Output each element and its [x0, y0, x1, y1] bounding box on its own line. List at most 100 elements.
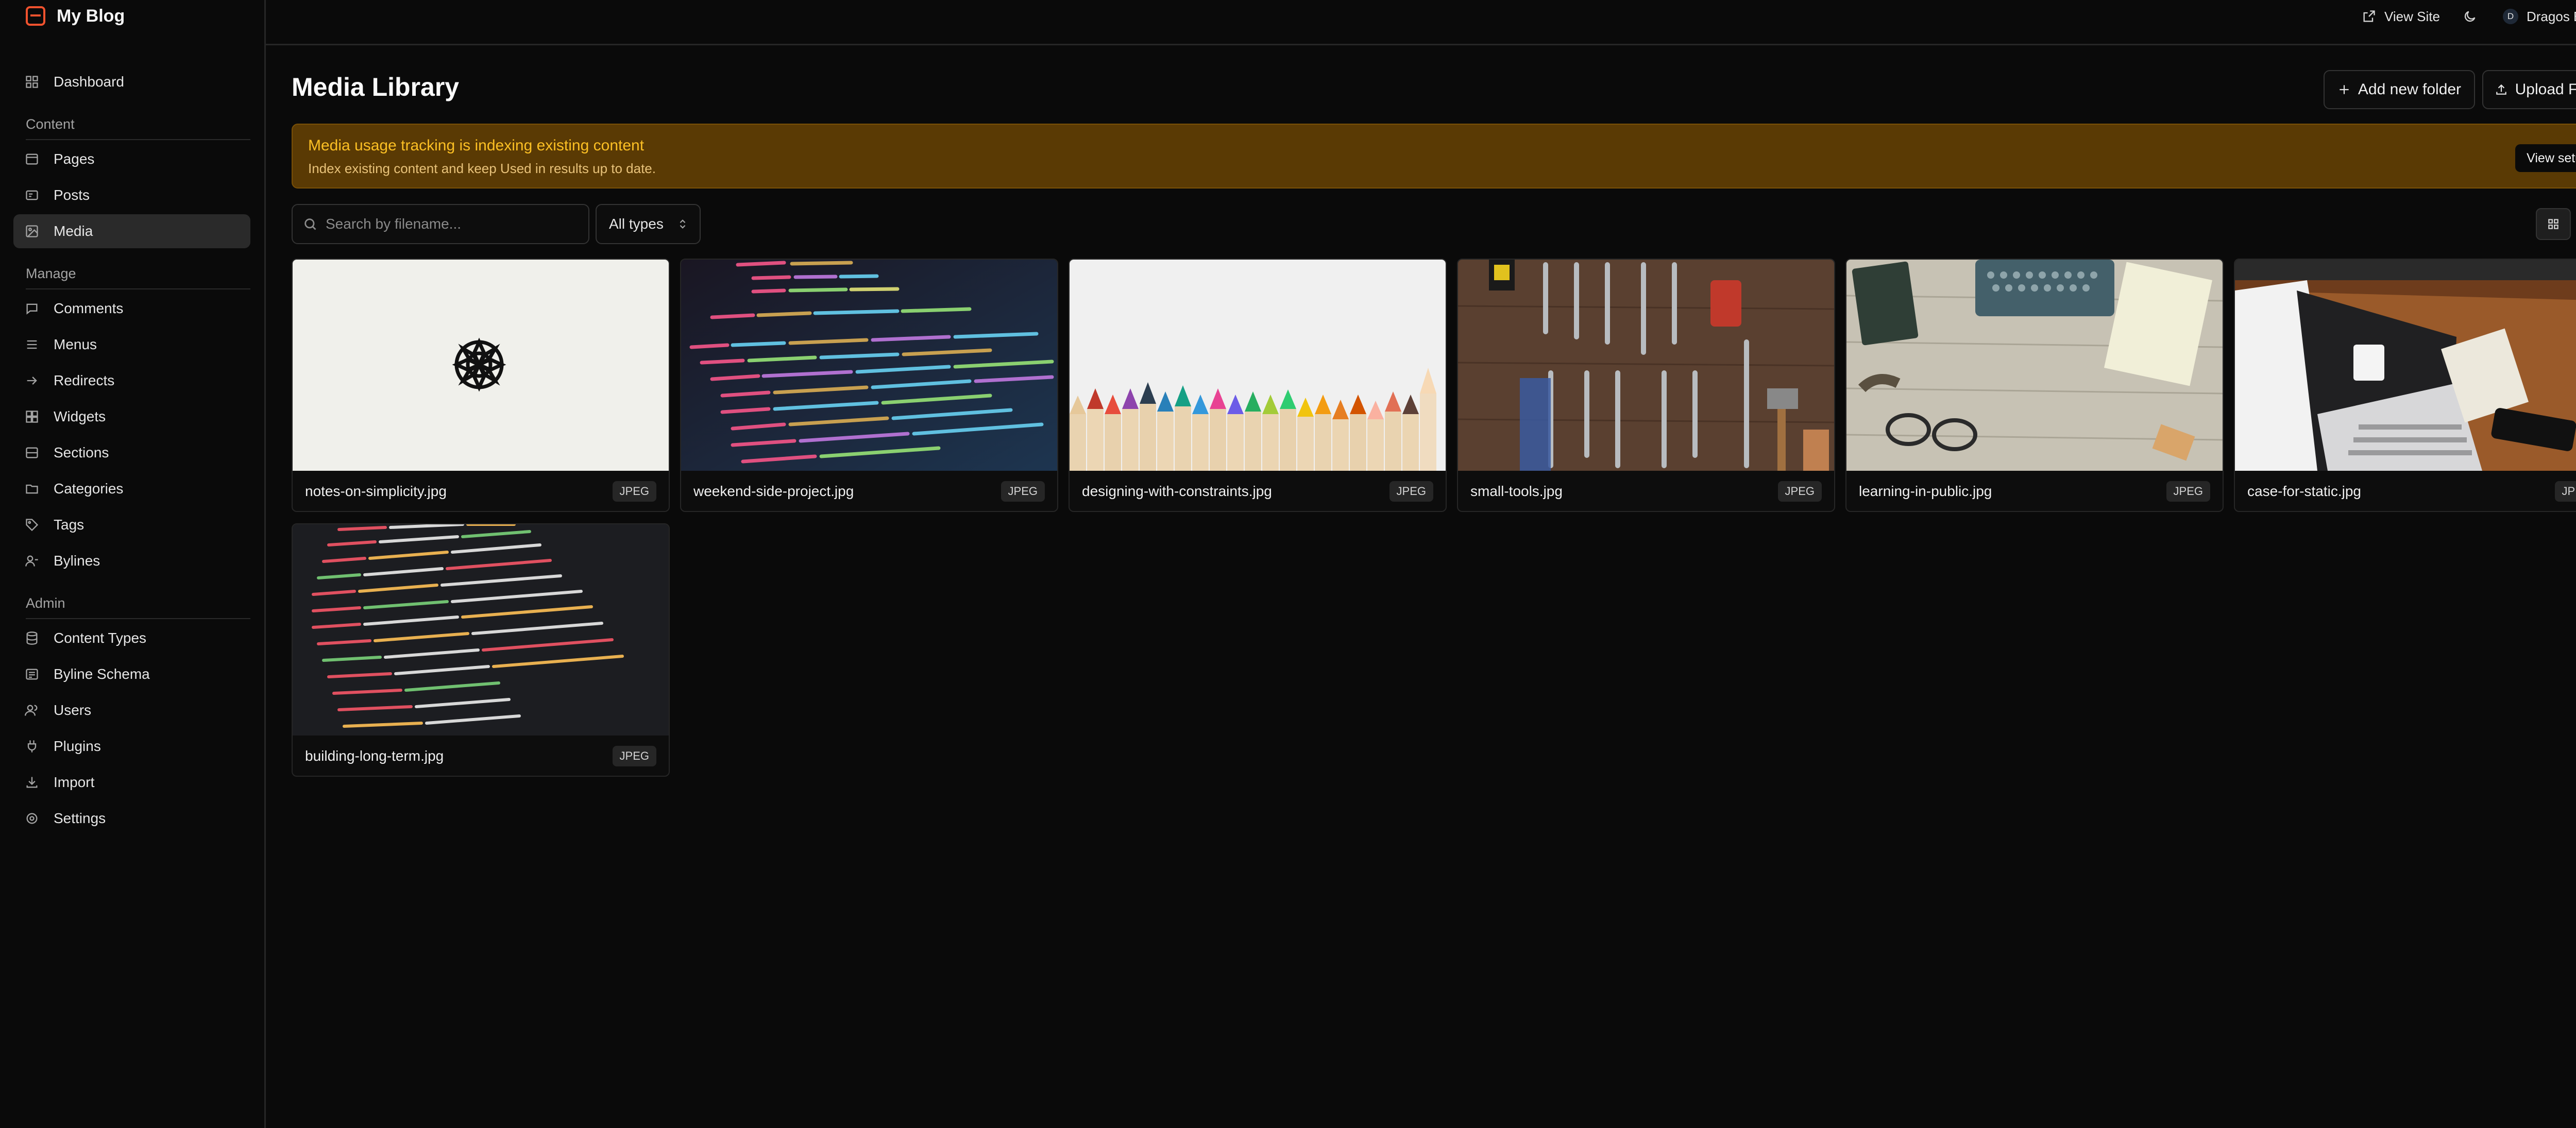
section-title-admin: Admin: [26, 595, 65, 611]
media-card[interactable]: building-long-term.jpg JPEG: [292, 523, 670, 777]
sidebar-item-label: Posts: [54, 187, 90, 203]
sidebar-item-widgets[interactable]: Widgets: [13, 400, 250, 434]
sidebar-item-label: Widgets: [54, 408, 106, 424]
sidebar-item-label: Dashboard: [54, 74, 124, 90]
plug-icon: [25, 739, 39, 754]
file-type-badge: JPEG: [1777, 481, 1822, 502]
file-type-badge: JPEG: [1001, 481, 1045, 502]
menus-icon: [25, 337, 39, 352]
sidebar-item-label: Pages: [54, 151, 95, 167]
tags-icon: [25, 518, 39, 532]
add-folder-button[interactable]: Add new folder: [2324, 70, 2475, 109]
media-thumbnail: [1846, 260, 2223, 471]
media-filename: notes-on-simplicity.jpg: [305, 483, 447, 499]
sidebar-item-tags[interactable]: Tags: [13, 508, 250, 542]
database-icon: [25, 631, 39, 645]
sidebar-item-plugins[interactable]: Plugins: [13, 729, 250, 763]
media-card[interactable]: learning-in-public.jpg JPEG: [1845, 259, 2224, 512]
sidebar-item-label: Comments: [54, 300, 124, 316]
type-filter-select[interactable]: All types: [596, 204, 701, 244]
sidebar-item-media[interactable]: Media: [13, 214, 250, 248]
sidebar: My Blog Dashboard Content Pages Posts Me…: [0, 0, 266, 1128]
bylines-icon: [25, 554, 39, 568]
media-thumbnail: [681, 260, 1057, 471]
sidebar-item-sections[interactable]: Sections: [13, 436, 250, 470]
sidebar-item-label: Import: [54, 774, 95, 790]
media-card[interactable]: designing-with-constraints.jpg JPEG: [1069, 259, 1447, 512]
theme-toggle-button[interactable]: [2463, 5, 2477, 28]
grid-view-button[interactable]: [2536, 208, 2571, 240]
comments-icon: [25, 301, 39, 316]
sidebar-item-redirects[interactable]: Redirects: [13, 364, 250, 398]
brand-logo-icon: [26, 6, 45, 26]
search-input[interactable]: [326, 216, 568, 232]
media-thumbnail: [1458, 260, 1834, 471]
view-setup-button[interactable]: View setup: [2515, 144, 2576, 172]
search-icon: [304, 218, 316, 230]
sidebar-item-label: Sections: [54, 445, 109, 460]
media-card[interactable]: weekend-side-project.jpg JPEG: [680, 259, 1058, 512]
dashboard-icon: [25, 75, 39, 89]
file-type-badge: JPEG: [612, 746, 656, 766]
user-name: Dragos Balota: [2527, 8, 2576, 24]
sidebar-item-bylines[interactable]: Bylines: [13, 544, 250, 578]
avatar: D: [2503, 9, 2518, 24]
sidebar-item-import[interactable]: Import: [13, 765, 250, 799]
sidebar-item-categories[interactable]: Categories: [13, 472, 250, 506]
sidebar-item-settings[interactable]: Settings: [13, 801, 250, 835]
section-divider: [26, 288, 250, 289]
sidebar-item-label: Settings: [54, 810, 106, 826]
media-thumbnail: [293, 260, 669, 471]
sidebar-item-pages[interactable]: Pages: [13, 142, 250, 176]
media-icon: [25, 224, 39, 238]
section-divider: [26, 139, 250, 140]
sidebar-item-label: Categories: [54, 481, 124, 497]
list-view-button[interactable]: [2571, 208, 2576, 240]
sidebar-item-comments[interactable]: Comments: [13, 292, 250, 326]
users-icon: [25, 703, 39, 717]
chevron-up-down-icon: [680, 219, 686, 229]
media-card[interactable]: case-for-static.jpg JPEG: [2234, 259, 2576, 512]
grid-icon: [2548, 219, 2558, 229]
redirects-icon: [25, 373, 39, 388]
external-link-icon: [2363, 10, 2375, 22]
upload-icon: [2496, 84, 2506, 95]
pages-icon: [25, 152, 39, 166]
media-filename: small-tools.jpg: [1470, 483, 1563, 499]
plus-icon: [2340, 85, 2349, 94]
file-type-badge: JPEG: [2554, 481, 2576, 502]
user-menu[interactable]: D Dragos Balota: [2503, 5, 2576, 28]
sidebar-item-content-types[interactable]: Content Types: [13, 621, 250, 655]
sidebar-item-menus[interactable]: Menus: [13, 328, 250, 362]
sidebar-item-label: Tags: [54, 517, 84, 533]
section-title-content: Content: [26, 116, 75, 132]
view-site-label: View Site: [2384, 8, 2440, 24]
media-thumbnail: [2235, 260, 2576, 471]
view-site-link[interactable]: View Site: [2362, 5, 2440, 28]
topbar: View Site D Dragos Balota: [266, 0, 2576, 45]
section-title-manage: Manage: [26, 266, 76, 281]
sidebar-item-byline-schema[interactable]: Byline Schema: [13, 657, 250, 691]
file-type-badge: JPEG: [2166, 481, 2210, 502]
upload-files-button[interactable]: Upload Files: [2482, 70, 2576, 109]
categories-icon: [25, 482, 39, 496]
brand[interactable]: My Blog: [26, 4, 125, 28]
view-toggle: [2534, 206, 2576, 242]
sidebar-item-label: Menus: [54, 336, 97, 352]
sidebar-item-dashboard[interactable]: Dashboard: [13, 65, 250, 99]
media-card[interactable]: small-tools.jpg JPEG: [1457, 259, 1835, 512]
sidebar-item-label: Users: [54, 702, 92, 718]
media-thumbnail: [1070, 260, 1446, 471]
gear-icon: [25, 811, 39, 826]
schema-icon: [25, 667, 39, 681]
media-card[interactable]: notes-on-simplicity.jpg JPEG: [292, 259, 670, 512]
media-filename: designing-with-constraints.jpg: [1082, 483, 1272, 499]
sidebar-item-posts[interactable]: Posts: [13, 178, 250, 212]
indexing-banner: Media usage tracking is indexing existin…: [292, 124, 2576, 189]
sections-icon: [25, 446, 39, 460]
widgets-icon: [25, 409, 39, 424]
banner-subtitle: Index existing content and keep Used in …: [308, 161, 656, 176]
sidebar-item-label: Byline Schema: [54, 666, 150, 682]
sidebar-item-users[interactable]: Users: [13, 693, 250, 727]
sidebar-item-label: Media: [54, 223, 93, 239]
